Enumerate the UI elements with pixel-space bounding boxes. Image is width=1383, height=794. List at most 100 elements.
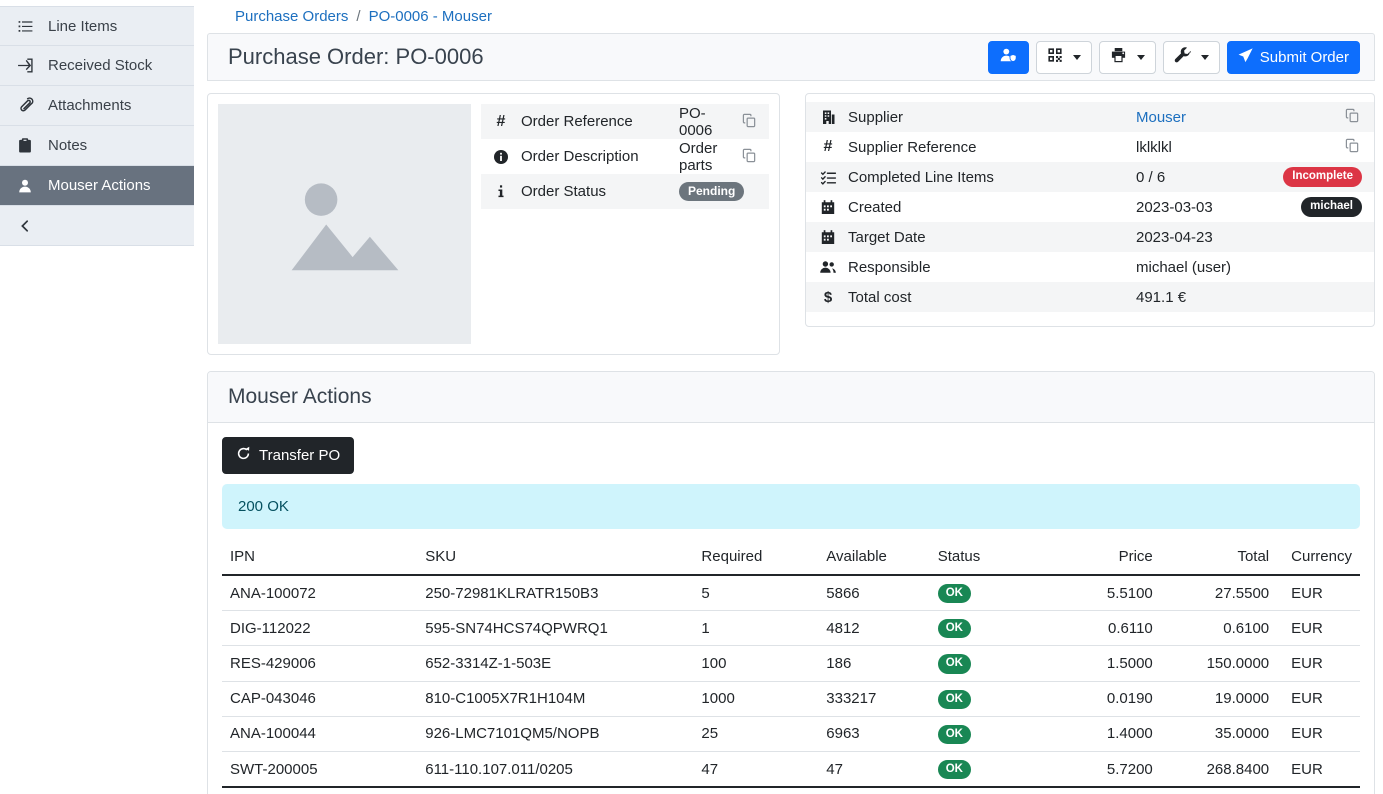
page-title: Purchase Order: PO-0006 [228,44,484,70]
detail-row-order-status: Order Status Pending [481,174,769,209]
sidebar-collapse-button[interactable] [0,206,194,246]
sidebar-item-label: Received Stock [48,57,152,74]
detail-value: 2023-03-03 [1136,199,1291,216]
table-row: CAP-043046 810-C1005X7R1H104M 1000 33321… [222,681,1360,716]
detail-label: Order Reference [521,113,669,130]
breadcrumb-link-current-order[interactable]: PO-0006 - Mouser [369,8,492,25]
column-header-ipn[interactable]: IPN [222,539,417,575]
cell-sku: 611-110.107.011/0205 [417,752,693,788]
cell-sku: 595-SN74HCS74QPWRQ1 [417,611,693,646]
sidebar-item-mouser-actions[interactable]: Mouser Actions [0,166,194,206]
copy-button[interactable] [1343,136,1362,158]
column-header-currency[interactable]: Currency [1277,539,1360,575]
sidebar-item-received-stock[interactable]: Received Stock [0,46,194,86]
cell-ipn: DIG-112022 [222,611,417,646]
cell-required: 1000 [693,681,818,716]
detail-label: Order Description [521,148,669,165]
image-placeholder-icon [284,166,406,282]
supplier-info-card: Supplier Mouser # Supplier Reference lkl… [805,93,1375,327]
detail-label: Supplier [848,109,1126,126]
cell-required: 1 [693,611,818,646]
breadcrumb-link-purchase-orders[interactable]: Purchase Orders [235,8,348,25]
clipboard-icon [16,137,34,154]
cell-status: OK [930,752,1032,788]
cell-price: 0.6110 [1032,611,1161,646]
column-header-price[interactable]: Price [1032,539,1161,575]
column-header-total[interactable]: Total [1161,539,1277,575]
ok-badge: OK [938,760,971,779]
cell-available: 47 [818,752,929,788]
cell-price: 0.0190 [1032,681,1161,716]
status-alert: 200 OK [222,484,1360,529]
breadcrumb-separator: / [356,8,360,25]
column-header-status[interactable]: Status [930,539,1032,575]
user-shield-icon [999,47,1018,67]
cell-sku: 250-72981KLRATR150B3 [417,575,693,611]
detail-row-total-cost: $ Total cost 491.1 € [806,282,1374,312]
ok-badge: OK [938,654,971,673]
status-badge: Pending [679,182,744,202]
cell-total: 19.0000 [1161,681,1277,716]
cell-required: 25 [693,716,818,751]
cell-currency: EUR [1277,575,1360,611]
mouser-actions-panel: Mouser Actions Transfer PO 200 OK IPN SK… [207,371,1375,794]
sidebar-item-label: Mouser Actions [48,177,151,194]
cell-total: 268.8400 [1161,752,1277,788]
sidebar-item-label: Notes [48,137,87,154]
detail-row-order-reference: # Order Reference PO-0006 [481,104,769,139]
detail-value: Order parts [679,140,730,174]
incomplete-badge: Incomplete [1283,167,1362,186]
chevron-left-icon [16,219,34,233]
line-items-table: IPN SKU Required Available Status Price … [222,539,1360,794]
cell-currency: EUR [1277,646,1360,681]
transfer-po-button[interactable]: Transfer PO [222,437,354,474]
detail-row-order-description: Order Description Order parts [481,139,769,174]
footer-total: 501.0000 [1161,787,1277,794]
barcode-actions-button[interactable] [1036,41,1092,74]
print-actions-button[interactable] [1099,41,1156,74]
copy-button[interactable] [740,111,759,133]
cell-sku: 810-C1005X7R1H104M [417,681,693,716]
ok-badge: OK [938,690,971,709]
cell-ipn: ANA-100072 [222,575,417,611]
user-icon [16,178,34,194]
table-row: DIG-112022 595-SN74HCS74QPWRQ1 1 4812 OK… [222,611,1360,646]
detail-value: lklklkl [1136,139,1333,156]
refresh-icon [236,446,251,465]
sidebar-item-notes[interactable]: Notes [0,126,194,166]
detail-value: 491.1 € [1136,289,1362,306]
sidebar-item-line-items[interactable]: Line Items [0,6,194,46]
cell-ipn: SWT-200005 [222,752,417,788]
user-badge: michael [1301,197,1362,216]
cell-ipn: ANA-100044 [222,716,417,751]
detail-row-supplier-reference: # Supplier Reference lklklkl [806,132,1374,162]
detail-label: Supplier Reference [848,139,1126,156]
order-image[interactable] [218,104,471,344]
calendar-icon [818,229,838,245]
user-shield-button[interactable] [988,41,1029,74]
page-header: Purchase Order: PO-0006 [207,33,1375,81]
tools-icon [1174,47,1191,68]
column-header-available[interactable]: Available [818,539,929,575]
info-icon [491,184,511,199]
ok-badge: OK [938,725,971,744]
main-content: Purchase Orders / PO-0006 - Mouser Purch… [207,0,1375,794]
cell-required: 5 [693,575,818,611]
supplier-link[interactable]: Mouser [1136,109,1186,126]
sidebar-item-attachments[interactable]: Attachments [0,86,194,126]
copy-button[interactable] [1343,106,1362,128]
detail-label: Total cost [848,289,1126,306]
column-header-required[interactable]: Required [693,539,818,575]
copy-button[interactable] [740,146,759,168]
order-info-table: # Order Reference PO-0006 [481,104,769,344]
order-info-card: # Order Reference PO-0006 [207,93,780,355]
order-details: # Order Reference PO-0006 [207,93,1375,355]
submit-order-button[interactable]: Submit Order [1227,41,1360,74]
breadcrumb: Purchase Orders / PO-0006 - Mouser [207,0,1375,33]
column-header-sku[interactable]: SKU [417,539,693,575]
copy-icon [1345,138,1360,156]
detail-label: Target Date [848,229,1126,246]
detail-label: Responsible [848,259,1126,276]
order-actions-button[interactable] [1163,41,1220,74]
cell-price: 5.5100 [1032,575,1161,611]
